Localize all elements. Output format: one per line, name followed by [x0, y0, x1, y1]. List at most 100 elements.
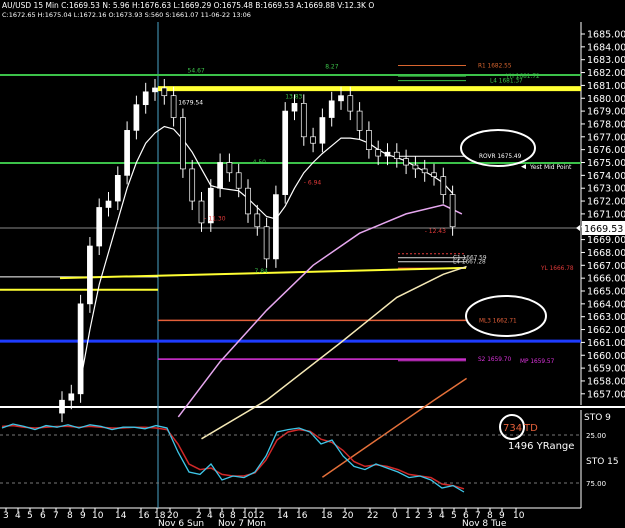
- level-label: S2 1659.70: [478, 357, 511, 363]
- candle-down: [180, 117, 186, 170]
- candle-down: [226, 162, 233, 174]
- candle-up: [338, 95, 344, 102]
- price-annotation: 8.27: [325, 64, 339, 71]
- time-tick-label: 14: [115, 511, 127, 521]
- candle-down: [254, 213, 261, 228]
- sto-label-top: STO 9: [584, 413, 611, 423]
- price-tick-label: 1684.00: [587, 42, 625, 53]
- price-tick-label: 1673.00: [587, 184, 625, 195]
- level-label: L4 1681.37: [490, 79, 523, 85]
- candle-down: [189, 168, 196, 202]
- price-tick-label: 1679.00: [587, 107, 625, 118]
- candle-down: [310, 136, 316, 144]
- price-axis: 1685.001684.00 1683.00 1682.00 1681.00 1680.…: [581, 30, 625, 400]
- price-chart-window: AU/USD 15 Min C:1669.53 N: 5.96 H:1676.6…: [0, 0, 625, 528]
- price-tick-label: 1678.00: [587, 119, 625, 130]
- price-annotation: 7.84: [255, 268, 269, 275]
- time-tick-label: 10: [513, 511, 525, 521]
- day-label-nov7: Nov 7 Mon: [218, 519, 266, 528]
- candle-up: [133, 104, 140, 131]
- price-tick-label: 1669.00: [587, 235, 625, 246]
- price-tick-label: 1668.00: [587, 248, 625, 259]
- time-tick-label: 3: [3, 511, 9, 521]
- info-line-1: AU/USD 15 Min C:1669.53 N: 5.96 H:1676.6…: [2, 1, 374, 10]
- candle-up: [319, 117, 326, 144]
- candle-up: [273, 194, 279, 260]
- candle-down: [170, 95, 177, 118]
- candle-down: [412, 164, 419, 170]
- candle-down: [375, 149, 382, 157]
- time-tick-label: 3: [427, 511, 433, 521]
- price-tick-label: 1662.00: [587, 325, 625, 336]
- candle-down: [440, 176, 447, 195]
- oscillator-level-25-label: 25.00: [586, 432, 606, 440]
- time-tick-label: 14: [277, 511, 289, 521]
- price-tick-label: 1667.00: [587, 261, 625, 272]
- price-tick-label: 1676.00: [587, 145, 625, 156]
- time-tick-label: 6: [40, 511, 46, 521]
- candle-up: [114, 175, 121, 202]
- price-annotation: 54.67: [188, 68, 205, 75]
- level-label: R1 1682.55: [478, 63, 512, 69]
- candle-up: [105, 200, 112, 208]
- price-tick-label: 1682.00: [587, 68, 625, 79]
- level-label: ROVR 1675.49: [479, 154, 522, 160]
- td-value: 734: [503, 423, 522, 434]
- candle-down: [449, 194, 456, 228]
- time-tick-label: 9: [80, 511, 86, 521]
- candle-up: [77, 303, 84, 395]
- time-tick-label: 20: [342, 511, 354, 521]
- td-suffix: TD: [523, 423, 538, 434]
- time-tick-label: 18: [321, 511, 333, 521]
- price-annotation: 1679.54: [178, 100, 203, 107]
- candle-down: [393, 151, 400, 159]
- price-tick-label: 1674.00: [587, 171, 625, 182]
- candle-down: [300, 103, 307, 138]
- candle-up: [59, 399, 65, 414]
- candle-up: [217, 162, 223, 189]
- price-tick-label: 1664.00: [587, 299, 625, 310]
- time-tick-label: 10: [92, 511, 104, 521]
- current-price-label: 1669.53: [584, 224, 623, 235]
- time-tick-label: 5: [451, 511, 457, 521]
- time-tick-label: 2: [415, 511, 421, 521]
- candle-up: [87, 245, 93, 305]
- candle-down: [263, 226, 270, 260]
- price-annotation: - 11.30: [204, 215, 225, 222]
- oscillator-level-75-label: 75.00: [586, 480, 606, 488]
- candle-down: [198, 200, 205, 224]
- candle-up: [96, 207, 103, 247]
- info-line-2: C:1672.65 H:1675.04 L:1672.16 O:1673.93 …: [2, 11, 251, 19]
- candle-down: [421, 168, 428, 174]
- price-tick-label: 1685.00: [587, 30, 625, 41]
- level-label: ML3 1662.71: [479, 318, 517, 324]
- time-tick-label: 5: [27, 511, 33, 521]
- day-label-nov8: Nov 8 Tue: [462, 519, 507, 528]
- candle-up: [291, 103, 298, 112]
- time-tick-label: 1: [405, 511, 411, 521]
- level-label: L4 1667.28: [453, 260, 486, 266]
- time-tick-label: 16: [296, 511, 308, 521]
- price-tick-label: 1680.00: [587, 94, 625, 105]
- price-annotation: - 12.43: [425, 228, 446, 235]
- candle-down: [403, 158, 409, 166]
- candle-down: [245, 187, 251, 215]
- level-label: MP 1659.57: [520, 359, 555, 365]
- day-label-nov6: Nov 6 Sun: [158, 519, 204, 528]
- price-tick-label: 1665.00: [587, 287, 625, 298]
- candle-down: [161, 87, 168, 97]
- time-tick-label: 4: [15, 511, 21, 521]
- price-annotation: - 6.94: [304, 179, 322, 186]
- candle-up: [142, 91, 149, 106]
- price-tick-label: 1683.00: [587, 55, 625, 66]
- price-tick-label: 1675.00: [587, 158, 625, 169]
- time-tick-label: 22: [367, 511, 378, 521]
- candle-down: [356, 110, 363, 131]
- candle-down: [366, 130, 372, 150]
- price-tick-label: 1677.00: [587, 132, 625, 143]
- candle-down: [431, 172, 437, 177]
- candle-down: [235, 172, 242, 189]
- time-tick-label: 16: [138, 511, 150, 521]
- candle-up: [124, 130, 130, 176]
- time-tick-label: 4: [207, 511, 213, 521]
